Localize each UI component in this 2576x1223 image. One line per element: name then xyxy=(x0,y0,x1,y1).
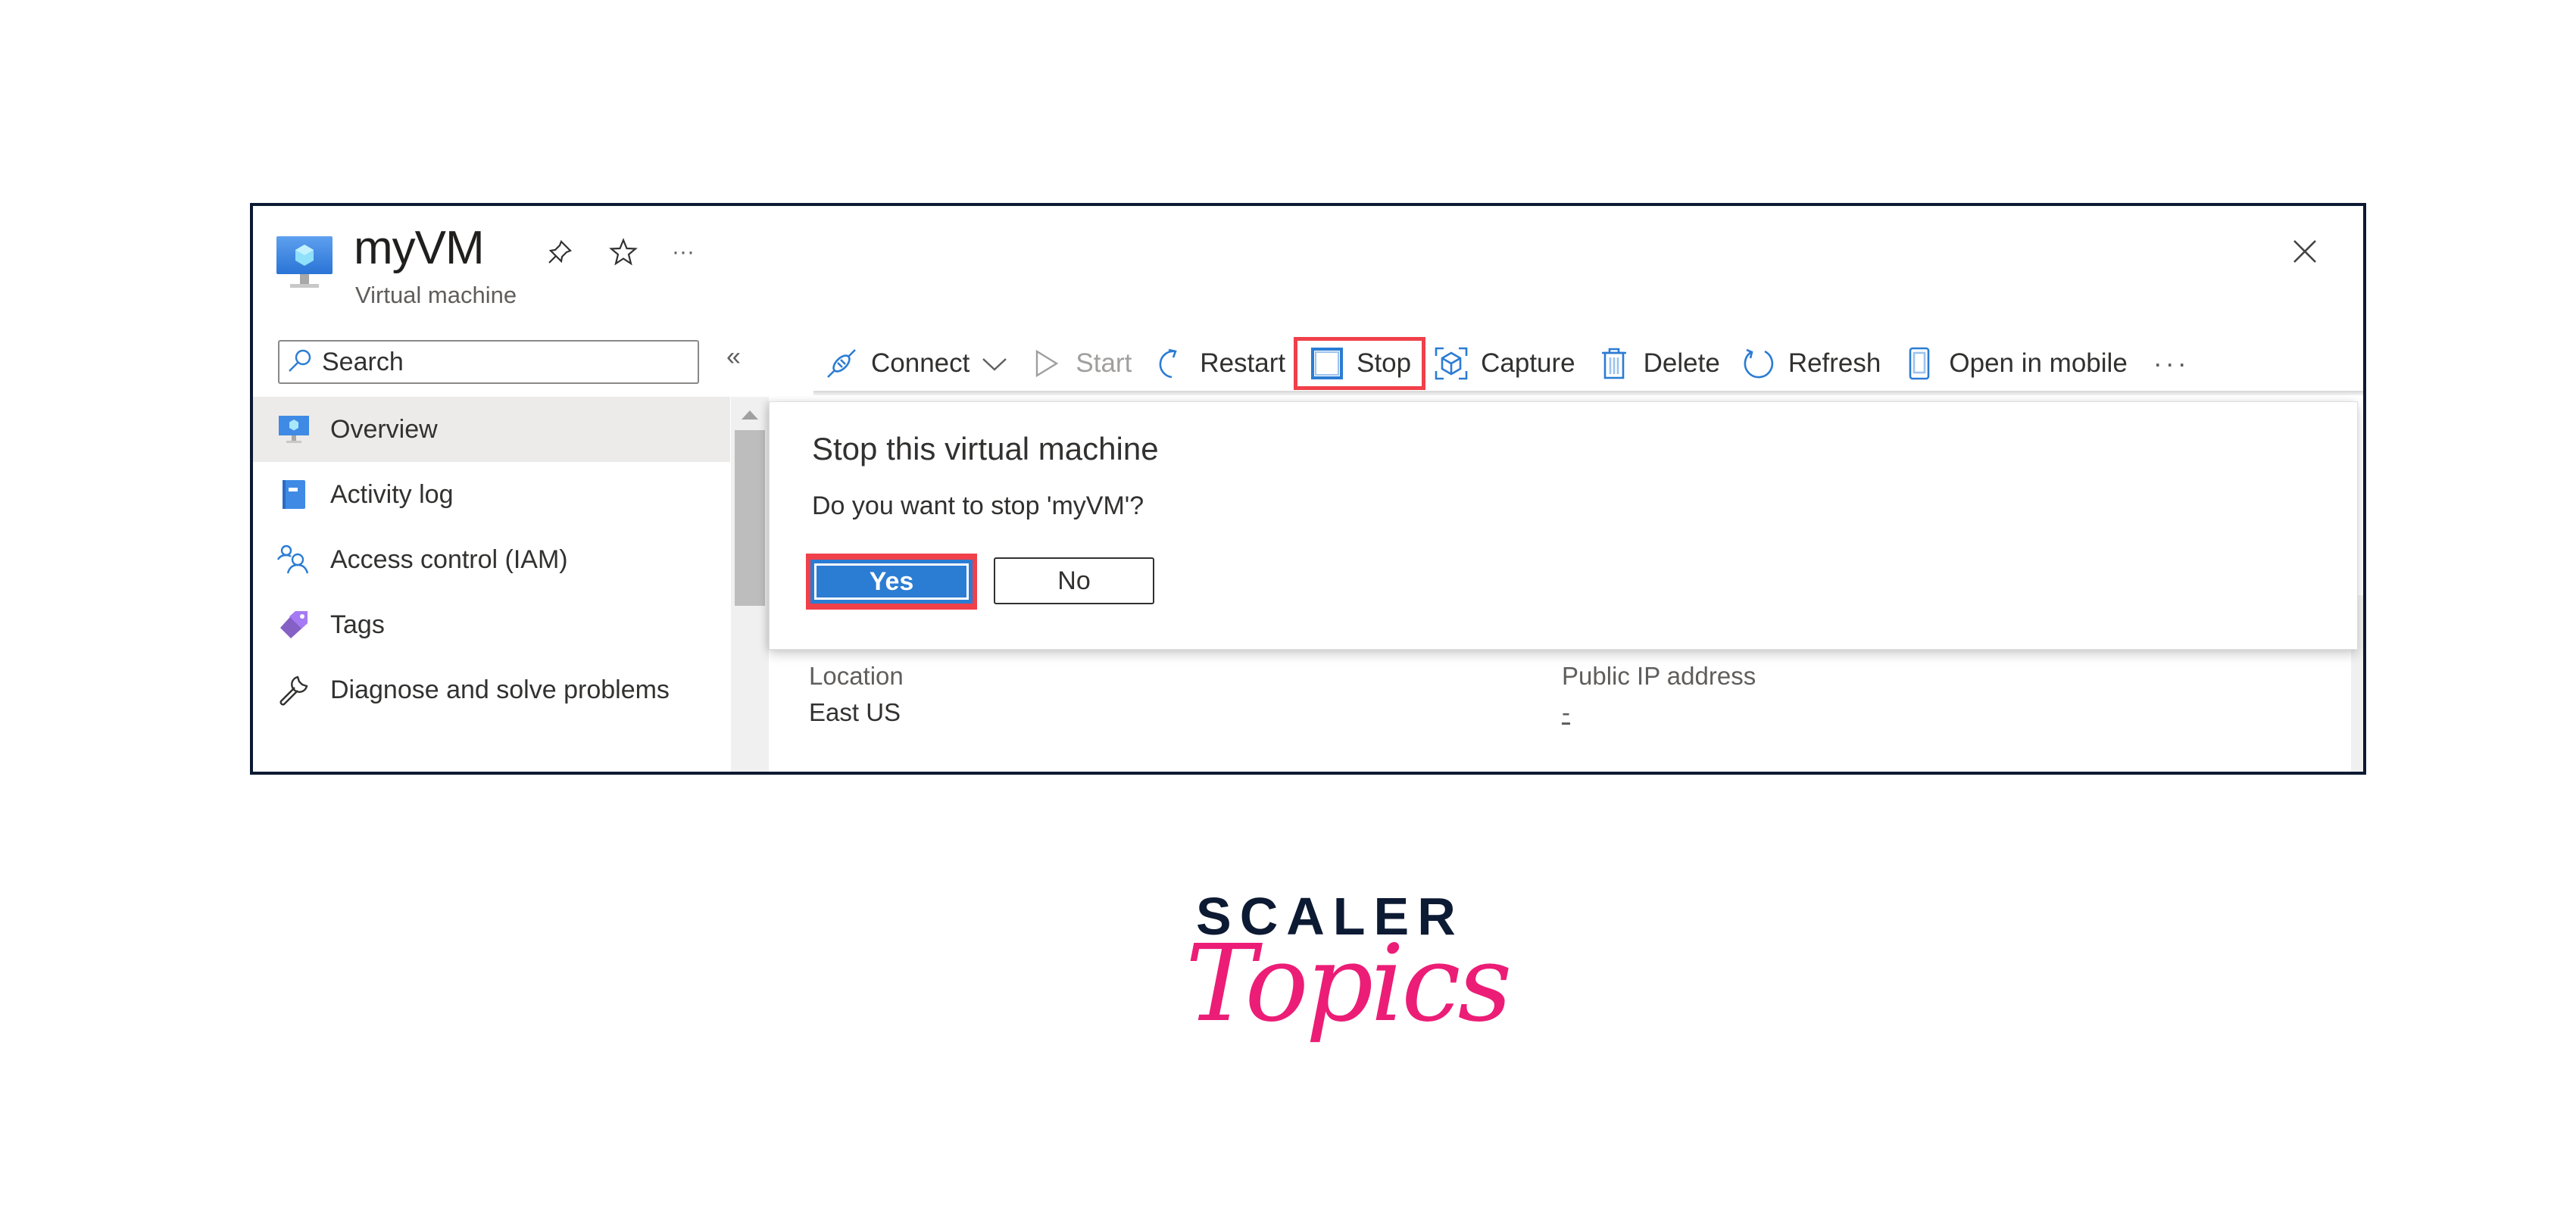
no-button[interactable]: No xyxy=(994,557,1154,604)
command-bar: Connect Start Restart Stop Capture Delet… xyxy=(813,337,2205,390)
delete-button[interactable]: Delete xyxy=(1586,339,1731,388)
sidebar-item-label: Diagnose and solve problems xyxy=(330,675,670,704)
refresh-label: Refresh xyxy=(1788,348,1881,378)
star-icon[interactable] xyxy=(606,235,641,270)
sidebar-item-activity-log[interactable]: Activity log xyxy=(253,462,730,527)
pin-icon[interactable] xyxy=(542,235,577,270)
stop-label: Stop xyxy=(1357,348,1412,378)
public-ip-link[interactable]: - xyxy=(1562,698,1570,727)
search-box[interactable] xyxy=(278,340,699,384)
location-value: East US xyxy=(809,698,901,726)
sidebar-nav: Overview Activity log Access control (IA… xyxy=(253,397,730,722)
restart-icon xyxy=(1153,346,1188,381)
public-ip-label: Public IP address xyxy=(1562,662,1756,690)
resource-title: myVM xyxy=(354,222,485,274)
sidebar-item-tags[interactable]: Tags xyxy=(253,592,730,657)
connect-button[interactable]: Connect xyxy=(813,339,1018,388)
scrollbar-thumb[interactable] xyxy=(735,430,765,606)
mobile-icon xyxy=(1902,346,1937,381)
stop-button[interactable]: Stop xyxy=(1294,337,1426,390)
stop-vm-confirmation-dialog: Stop this virtual machine Do you want to… xyxy=(769,401,2358,650)
yes-button-highlight: Yes xyxy=(806,554,977,610)
refresh-button[interactable]: Refresh xyxy=(1731,339,1892,388)
start-label: Start xyxy=(1076,348,1132,378)
refresh-icon xyxy=(1741,346,1776,381)
trash-icon xyxy=(1597,346,1631,381)
dialog-message: Do you want to stop 'myVM'? xyxy=(812,491,1144,520)
sidebar-item-label: Activity log xyxy=(330,479,454,509)
dialog-title: Stop this virtual machine xyxy=(812,431,1159,466)
wrench-icon xyxy=(276,672,311,707)
yes-button[interactable]: Yes xyxy=(810,560,973,604)
logo-topics-text: Topics xyxy=(1185,922,1512,1046)
capture-label: Capture xyxy=(1481,348,1575,378)
sidebar-item-label: Tags xyxy=(330,610,385,639)
resource-type: Virtual machine xyxy=(355,282,517,308)
vm-monitor-icon xyxy=(276,412,311,447)
toolbar-divider xyxy=(813,391,2363,395)
toolbar-more-icon[interactable]: ··· xyxy=(2138,348,2205,379)
play-icon xyxy=(1029,346,1063,381)
search-input[interactable] xyxy=(320,346,687,378)
capture-button[interactable]: Capture xyxy=(1423,339,1586,388)
start-button[interactable]: Start xyxy=(1018,339,1142,388)
scroll-up-arrow-icon[interactable] xyxy=(742,410,758,420)
sidebar-item-label: Overview xyxy=(330,414,438,444)
capture-icon xyxy=(1434,346,1469,381)
more-icon[interactable]: ··· xyxy=(666,235,701,270)
stop-square-icon xyxy=(1310,346,1344,381)
virtual-machine-icon xyxy=(276,236,334,294)
open-in-mobile-label: Open in mobile xyxy=(1949,348,2128,378)
sidebar-scrollbar[interactable] xyxy=(731,397,769,772)
activity-log-icon xyxy=(276,477,311,512)
sidebar-item-diagnose[interactable]: Diagnose and solve problems xyxy=(253,657,730,722)
connect-plug-icon xyxy=(824,346,859,381)
scaler-topics-logo: SCALER Topics xyxy=(1178,886,1512,1083)
sidebar-item-label: Access control (IAM) xyxy=(330,544,568,574)
tag-icon xyxy=(276,607,311,642)
people-icon xyxy=(276,542,311,577)
close-icon[interactable] xyxy=(2284,230,2326,273)
delete-label: Delete xyxy=(1643,348,1720,378)
location-label: Location xyxy=(809,662,904,690)
sidebar-item-access-control[interactable]: Access control (IAM) xyxy=(253,527,730,592)
sidebar-item-overview[interactable]: Overview xyxy=(253,397,730,462)
collapse-sidebar-button[interactable]: « xyxy=(726,342,741,372)
chevron-down-icon xyxy=(982,348,1007,379)
vm-blade-window: myVM Virtual machine ··· « xyxy=(250,203,2366,775)
search-icon xyxy=(287,348,313,377)
restart-label: Restart xyxy=(1200,348,1286,378)
open-in-mobile-button[interactable]: Open in mobile xyxy=(1891,339,2137,388)
connect-label: Connect xyxy=(871,348,970,378)
restart-button[interactable]: Restart xyxy=(1142,339,1296,388)
